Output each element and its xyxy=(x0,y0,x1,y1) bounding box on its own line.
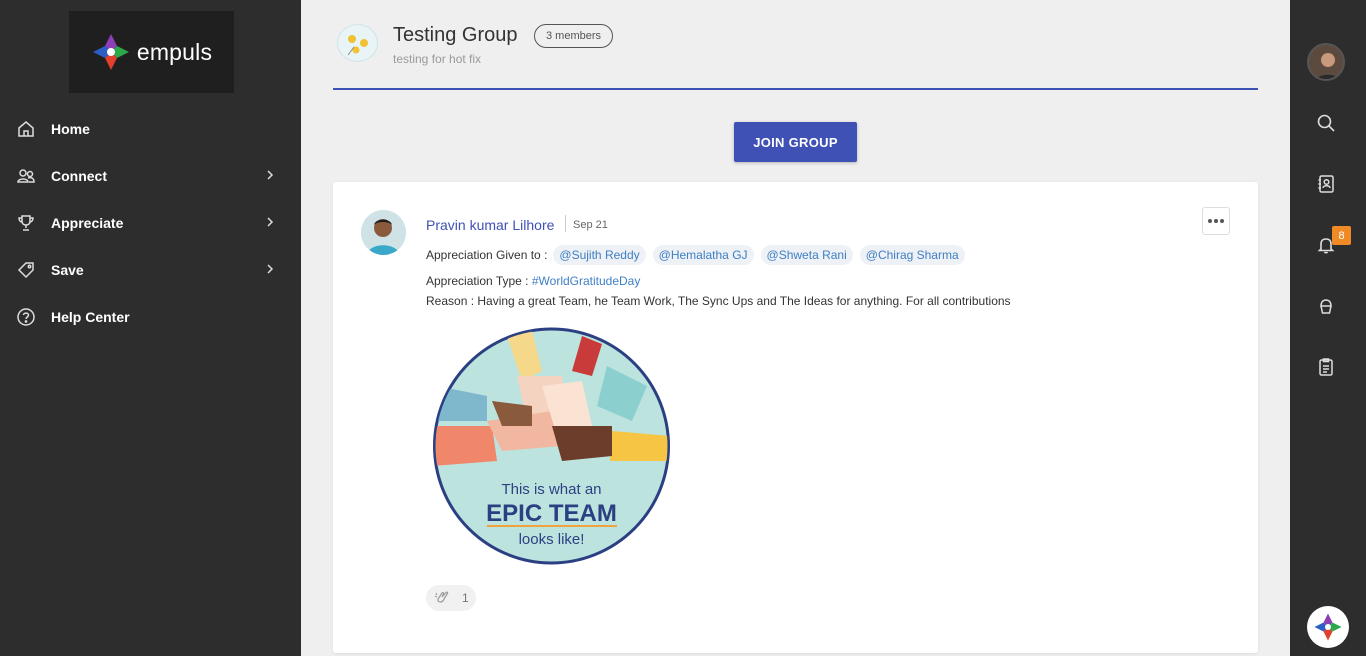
main-content: Testing Group 3 members testing for hot … xyxy=(301,0,1290,656)
appreciation-reason: Reason : Having a great Team, he Team Wo… xyxy=(426,294,1011,308)
brand-name: empuls xyxy=(136,38,213,65)
more-options-button[interactable] xyxy=(1202,207,1230,235)
cupcake-icon[interactable] xyxy=(1314,294,1338,318)
join-group-button[interactable]: JOIN GROUP xyxy=(734,122,857,162)
group-title: Testing Group xyxy=(393,24,518,46)
author-avatar[interactable] xyxy=(361,210,406,255)
members-badge[interactable]: 3 members xyxy=(534,24,614,48)
dot-icon xyxy=(1208,219,1212,223)
group-description: testing for hot fix xyxy=(393,52,482,66)
sidebar-item-help-center[interactable]: Help Center xyxy=(0,293,301,340)
author-avatar-image xyxy=(361,210,406,255)
sidebar-item-save[interactable]: Save xyxy=(0,246,301,293)
group-header: Testing Group 3 members testing for hot … xyxy=(333,0,1258,90)
brand-logo[interactable]: empuls xyxy=(69,11,234,93)
appreciation-type: Appreciation Type : #WorldGratitudeDay xyxy=(426,274,640,288)
hashtag-link[interactable]: #WorldGratitudeDay xyxy=(532,274,641,288)
contacts-icon[interactable] xyxy=(1314,172,1338,196)
appreciation-recipients: Appreciation Given to : @Sujith Reddy @H… xyxy=(426,245,972,265)
user-avatar[interactable] xyxy=(1307,43,1345,81)
sidebar-item-label: Appreciate xyxy=(51,214,124,231)
sidebar-nav: Home Connect Appreciate Save Help Center xyxy=(0,105,301,340)
clap-reaction-button[interactable]: 1 xyxy=(426,585,476,611)
home-icon xyxy=(16,119,36,139)
type-label: Appreciation Type : xyxy=(426,274,529,288)
sidebar-item-appreciate[interactable]: Appreciate xyxy=(0,199,301,246)
given-to-label: Appreciation Given to : xyxy=(426,248,548,262)
chevron-right-icon xyxy=(267,264,274,274)
dot-icon xyxy=(1220,219,1224,223)
image-text-line2: EPIC TEAM xyxy=(486,500,617,527)
trophy-icon xyxy=(16,213,36,233)
clipboard-icon[interactable] xyxy=(1314,355,1338,379)
recipient-tag[interactable]: @Sujith Reddy xyxy=(553,245,646,265)
clap-icon xyxy=(434,591,449,603)
recipient-tag[interactable]: @Hemalatha GJ xyxy=(652,245,754,265)
tag-icon xyxy=(16,260,36,280)
post-card: Pravin kumar Lilhore Sep 21 Appreciation… xyxy=(333,182,1258,653)
dot-icon xyxy=(1214,219,1218,223)
sidebar-item-label: Home xyxy=(51,120,90,137)
user-avatar-image xyxy=(1309,45,1343,79)
recipient-tag[interactable]: @Shweta Rani xyxy=(760,245,853,265)
post-date: Sep 21 xyxy=(573,219,608,231)
recipient-tag[interactable]: @Chirag Sharma xyxy=(859,245,965,265)
left-sidebar: empuls Home Connect Appreciate Save Help… xyxy=(0,0,301,656)
sidebar-item-home[interactable]: Home xyxy=(0,105,301,152)
notification-count-badge: 8 xyxy=(1332,226,1351,245)
epic-team-image[interactable]: This is what an EPIC TEAM looks like! xyxy=(432,326,671,566)
clap-count: 1 xyxy=(462,591,469,605)
empuls-logo-icon xyxy=(1314,613,1342,641)
sidebar-item-label: Connect xyxy=(51,167,107,184)
sidebar-item-label: Save xyxy=(51,261,84,278)
help-icon xyxy=(16,307,36,327)
post-author-link[interactable]: Pravin kumar Lilhore xyxy=(426,217,554,233)
search-icon[interactable] xyxy=(1314,111,1338,135)
divider xyxy=(565,215,566,232)
right-rail: 8 xyxy=(1290,0,1366,656)
chevron-right-icon xyxy=(267,170,274,180)
empuls-logo-icon xyxy=(92,34,129,70)
image-text-line1: This is what an xyxy=(501,481,601,498)
group-avatar xyxy=(337,24,378,62)
sidebar-item-label: Help Center xyxy=(51,308,130,325)
chevron-right-icon xyxy=(267,217,274,227)
sidebar-item-connect[interactable]: Connect xyxy=(0,152,301,199)
image-text-line3: looks like! xyxy=(519,531,585,548)
group-avatar-image xyxy=(347,35,368,56)
empuls-app-icon[interactable] xyxy=(1307,606,1349,648)
people-icon xyxy=(16,166,36,186)
